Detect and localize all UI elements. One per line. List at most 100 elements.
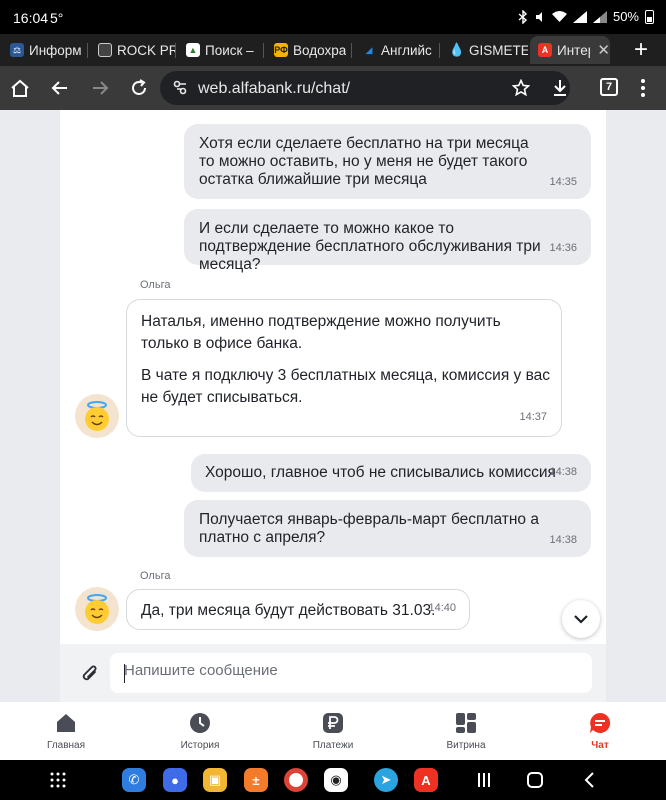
mute-icon <box>535 11 542 22</box>
avatar <box>75 587 119 631</box>
nav-item-chat[interactable]: Чат <box>550 710 650 751</box>
nav-item-history[interactable]: История <box>150 710 250 751</box>
clock-text: 16:04 <box>13 10 49 26</box>
tab-label: Информ <box>29 42 82 58</box>
address-bar[interactable]: web.alfabank.ru/chat/ <box>160 71 570 105</box>
message-composer <box>60 644 606 702</box>
chat-icon <box>590 712 611 733</box>
back-button[interactable] <box>48 76 72 100</box>
tab-label: Английс <box>381 42 432 58</box>
close-tab-icon[interactable]: ✕ <box>597 41 610 59</box>
message-time: 14:37 <box>519 411 547 423</box>
signal-icon <box>572 10 587 23</box>
browser-tab-6[interactable]: А Интер ✕ <box>530 36 610 64</box>
home-nav-icon[interactable] <box>526 771 544 789</box>
reload-button[interactable] <box>127 76 151 100</box>
battery-text: 50% <box>612 9 639 24</box>
drop-icon: 💧 <box>448 42 466 57</box>
arrow-right-icon <box>93 81 109 95</box>
triangle-icon: ▲ <box>186 43 200 57</box>
message-out: И если сделаете то можно какое то подтве… <box>184 209 591 273</box>
scales-icon: ⚖ <box>10 43 24 57</box>
browser-tab-2[interactable]: ▲ Поиск – <box>178 36 264 64</box>
new-tab-button[interactable]: + <box>634 38 648 62</box>
nav-label: Главная <box>46 740 86 751</box>
message-input[interactable] <box>124 662 574 679</box>
camera-app-icon[interactable]: ◉ <box>324 768 348 792</box>
messages-app-icon[interactable]: ● <box>163 768 187 792</box>
bottom-navigation: Главная История Платежи Витрина Чат <box>0 702 666 760</box>
forward-button[interactable] <box>88 76 112 100</box>
download-icon[interactable] <box>552 79 568 97</box>
tab-label: GISMETE <box>469 42 528 58</box>
browser-tab-strip: ⚖ Информ ROCK PR ▲ Поиск – РФ Водохра ◢ … <box>0 34 666 66</box>
home-button[interactable] <box>8 76 32 100</box>
tab-label: Интер <box>557 42 590 58</box>
app-drawer-icon[interactable] <box>50 772 66 788</box>
scroll-down-button[interactable] <box>562 600 600 638</box>
message-time: 14:38 <box>549 466 577 478</box>
ruble-icon <box>323 713 343 733</box>
bird-icon: ◢ <box>365 44 373 55</box>
site-info-icon[interactable] <box>173 80 187 96</box>
home-icon <box>57 714 75 732</box>
phone-app-icon[interactable]: ✆ <box>122 768 146 792</box>
nav-label: Платежи <box>312 740 354 751</box>
chevron-down-icon <box>574 614 588 624</box>
angel-emoji-icon <box>85 594 109 624</box>
back-nav-icon[interactable] <box>583 772 595 788</box>
battery-icon <box>645 9 654 24</box>
sender-name: Ольга <box>140 570 171 582</box>
tab-label: ROCK PR <box>117 42 176 58</box>
message-text: Да, три месяца будут действовать 31.03. <box>141 602 436 619</box>
nav-item-home[interactable]: Главная <box>16 710 116 751</box>
nav-item-showcase[interactable]: Витрина <box>416 710 516 751</box>
paperclip-icon[interactable] <box>80 663 100 685</box>
grid-icon <box>456 713 476 733</box>
nav-label: Витрина <box>446 740 486 751</box>
message-time: 14:35 <box>549 176 577 188</box>
message-text: Хорошо, главное чтоб не списывались коми… <box>205 464 556 481</box>
nav-label: История <box>180 740 220 751</box>
browser-tab-5[interactable]: 💧 GISMETE <box>442 36 528 64</box>
home-icon <box>11 79 29 97</box>
message-text: Хотя если сделаете бесплатно на три меся… <box>199 135 529 188</box>
clock-icon <box>190 713 210 733</box>
message-out: Получается январь-февраль-март бесплатно… <box>184 500 591 557</box>
message-input-box[interactable] <box>110 653 592 693</box>
message-in: Да, три месяца будут действовать 31.03. … <box>126 589 470 630</box>
bluetooth-icon <box>518 9 527 24</box>
document-icon <box>98 43 112 57</box>
tab-switcher-button[interactable]: 7 <box>600 78 618 96</box>
rf-icon: РФ <box>274 43 288 57</box>
recents-icon[interactable] <box>477 772 491 788</box>
gallery-app-icon[interactable]: ▣ <box>203 768 227 792</box>
more-vert-icon[interactable] <box>640 78 646 98</box>
browser-tab-1[interactable]: ROCK PR <box>90 36 176 64</box>
browser-tab-4[interactable]: ◢ Английс <box>354 36 440 64</box>
signal-2-icon <box>592 10 607 23</box>
message-time: 14:40 <box>428 602 456 614</box>
message-text: И если сделаете то можно какое то подтве… <box>199 220 541 273</box>
arrow-left-icon <box>51 81 67 95</box>
alfa-app-icon[interactable]: А <box>414 768 438 792</box>
browser-toolbar: web.alfabank.ru/chat/ 7 <box>0 66 666 110</box>
chrome-app-icon[interactable] <box>284 768 308 792</box>
browser-tab-3[interactable]: РФ Водохра <box>266 36 352 64</box>
angel-emoji-icon <box>85 401 109 431</box>
message-time: 14:38 <box>549 534 577 546</box>
browser-tab-0[interactable]: ⚖ Информ <box>2 36 88 64</box>
sender-name: Ольга <box>140 279 171 291</box>
telegram-app-icon[interactable]: ➤ <box>374 768 398 792</box>
url-text: web.alfabank.ru/chat/ <box>198 80 351 97</box>
message-in: Наталья, именно подтверждение можно полу… <box>126 299 562 437</box>
message-paragraph: В чате я подключу 3 бесплатных месяца, к… <box>141 367 551 406</box>
message-text: Получается январь-февраль-март бесплатно… <box>199 511 539 546</box>
message-time: 14:36 <box>549 242 577 254</box>
reload-icon <box>132 79 146 95</box>
calculator-app-icon[interactable]: ± <box>244 768 268 792</box>
system-dock: ✆ ● ▣ ± ◉ ➤ А <box>0 760 666 800</box>
temperature-text: 5° <box>50 10 64 26</box>
nav-item-payments[interactable]: Платежи <box>283 710 383 751</box>
star-icon[interactable] <box>512 79 530 97</box>
